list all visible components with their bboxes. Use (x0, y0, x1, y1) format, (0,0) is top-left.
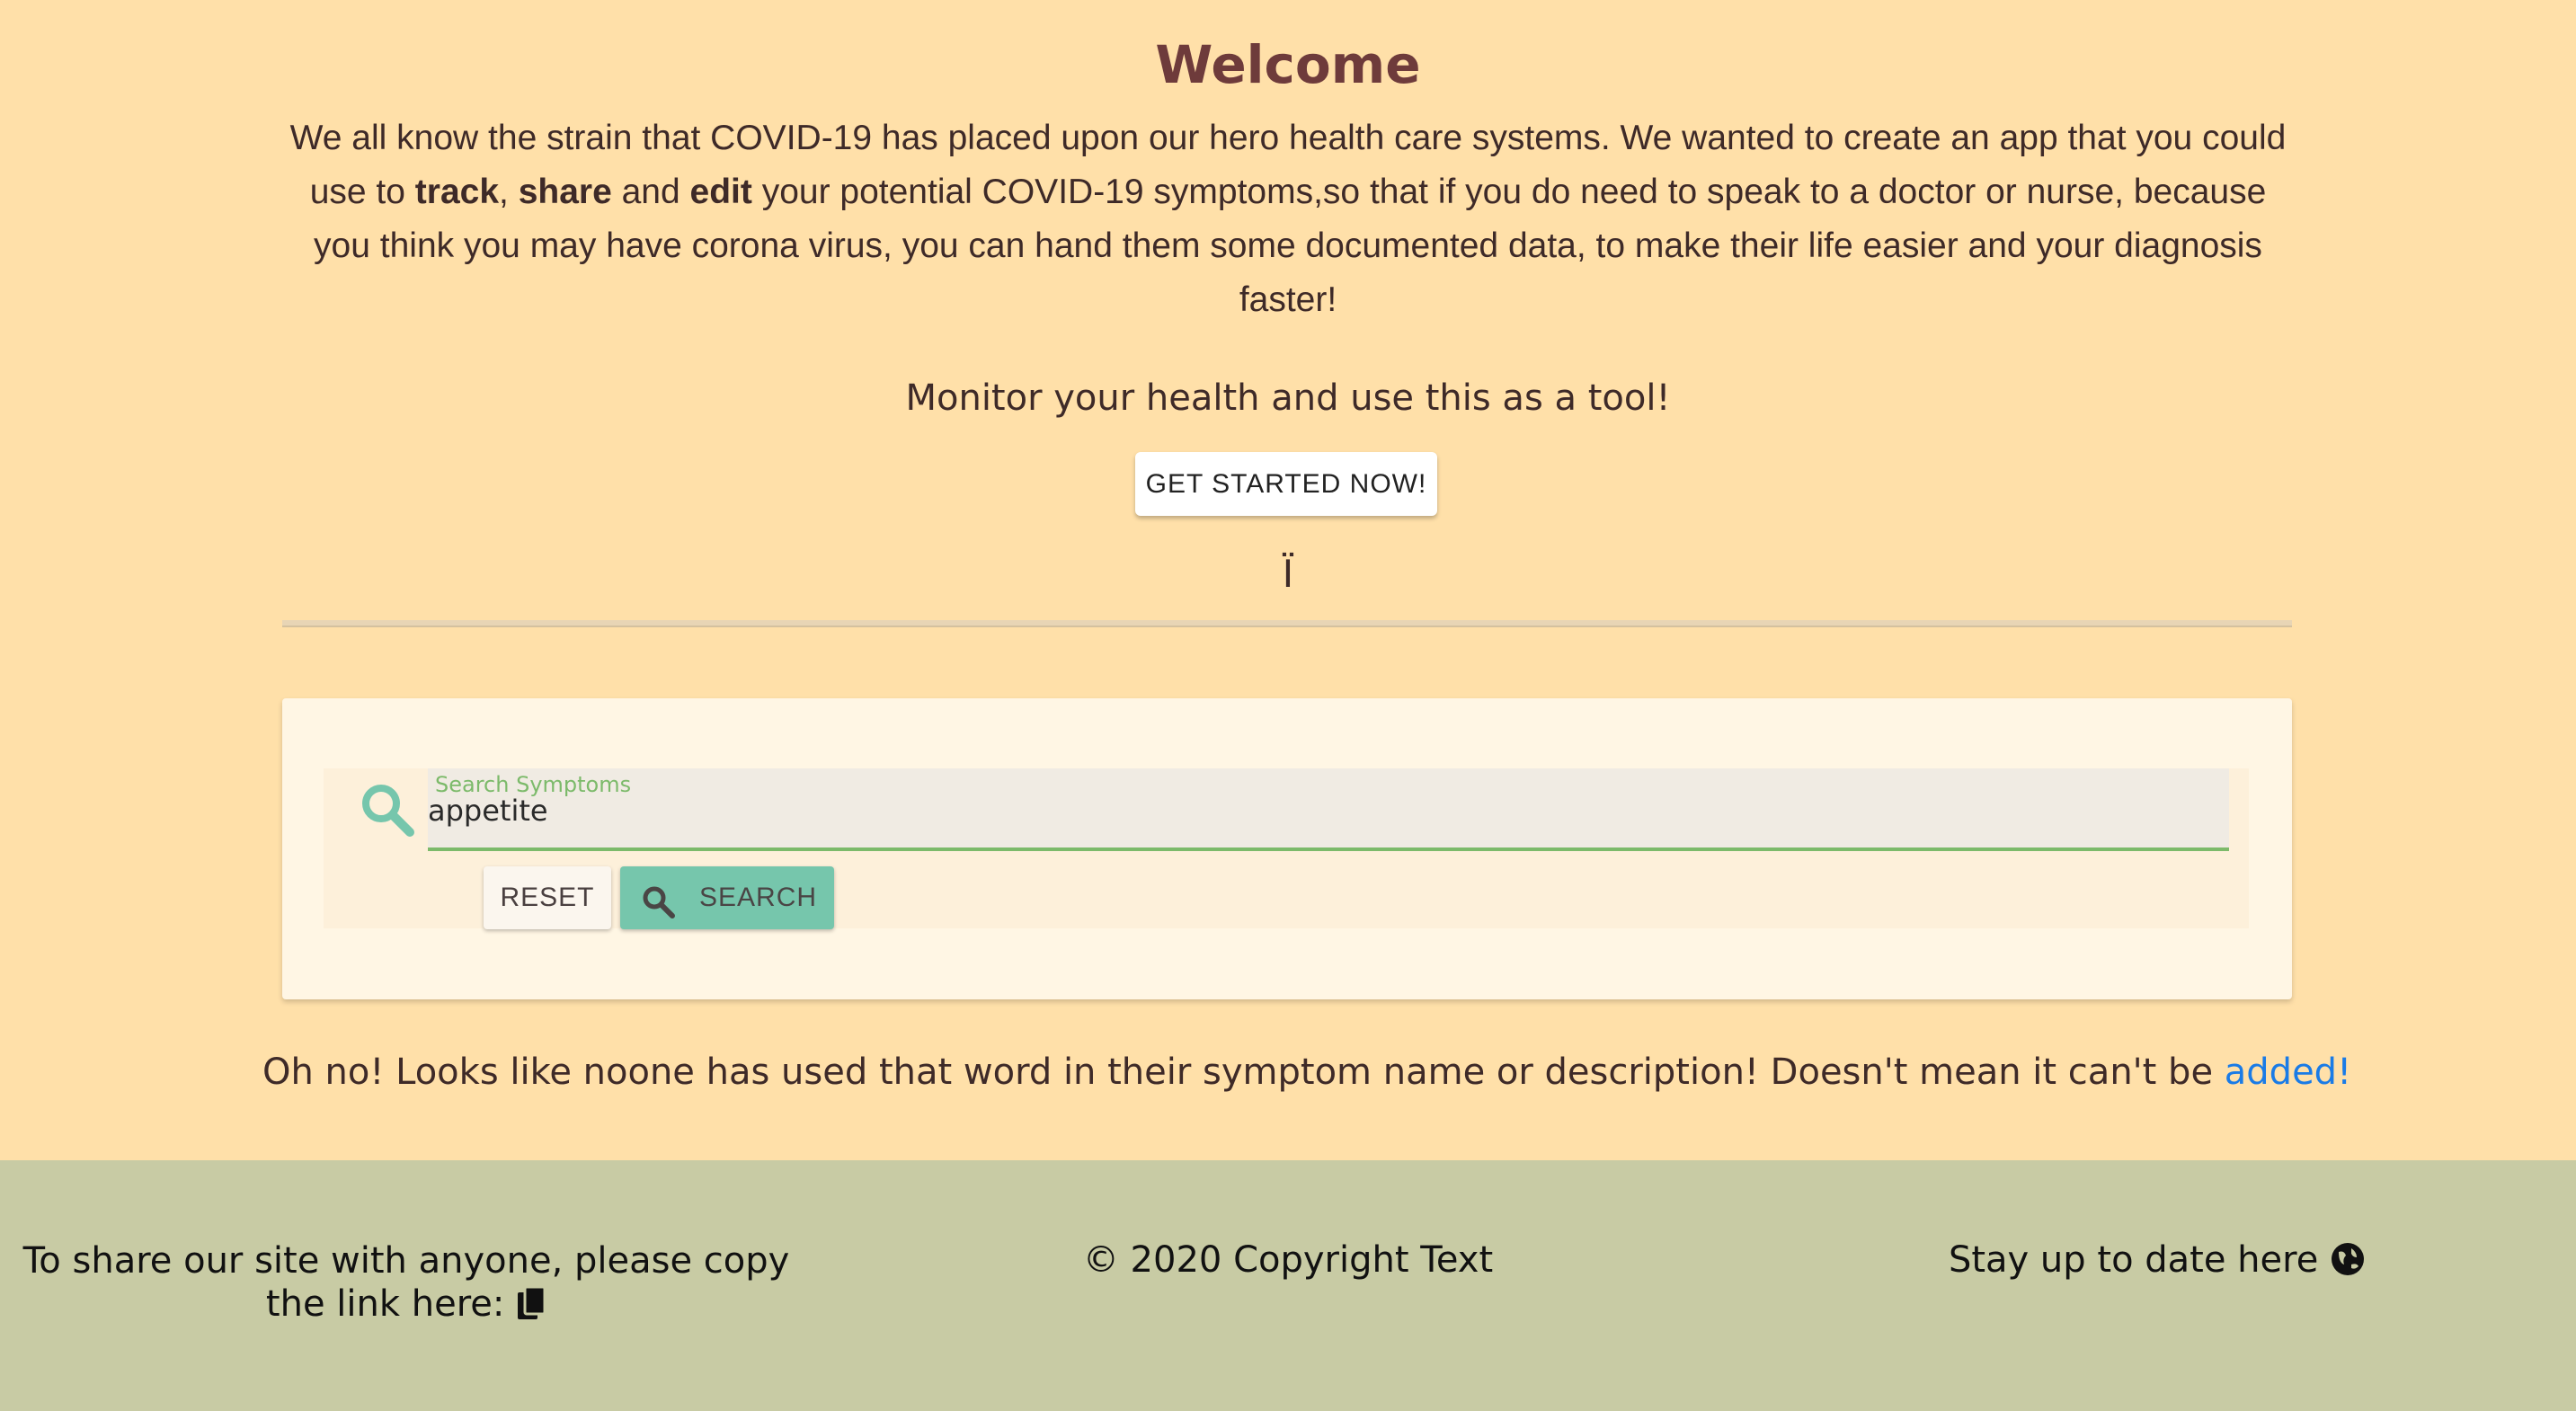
search-input-value: appetite (428, 794, 548, 828)
search-button[interactable]: SEARCH (620, 866, 834, 929)
search-button-label: SEARCH (699, 883, 818, 912)
intro-bold-edit: edit (689, 173, 752, 211)
copyright-text: © 2020 Copyright Text (1082, 1239, 1494, 1281)
copy-icon[interactable] (516, 1285, 546, 1321)
intro-and: and (611, 173, 690, 211)
intro-comma: , (499, 173, 519, 211)
reset-button[interactable]: RESET (484, 866, 611, 929)
get-started-button[interactable]: GET STARTED NOW! (1135, 452, 1437, 516)
intro-paragraph: We all know the strain that COVID-19 has… (288, 111, 2288, 327)
monitor-text: Monitor your health and use this as a to… (905, 377, 1671, 419)
search-icon (362, 785, 414, 837)
search-input[interactable]: Search Symptoms appetite (428, 768, 2229, 851)
no-results-text: Oh no! Looks like noone has used that wo… (262, 1052, 2225, 1093)
share-text: To share our site with anyone, please co… (22, 1240, 790, 1325)
divider (282, 620, 2292, 627)
globe-icon[interactable] (2330, 1241, 2366, 1277)
footer-share: To share our site with anyone, please co… (0, 1239, 813, 1326)
page-title: Welcome (1155, 34, 1421, 95)
intro-bold-share: share (518, 173, 612, 211)
intro-bold-track: track (414, 173, 500, 211)
footer: To share our site with anyone, please co… (0, 1160, 2576, 1411)
added-link[interactable]: added! (2225, 1052, 2351, 1093)
stray-glyph: Ï (1282, 552, 1294, 596)
no-results-message: Oh no! Looks like noone has used that wo… (262, 1052, 2351, 1093)
stay-text: Stay up to date here (1948, 1239, 2319, 1281)
search-icon (643, 886, 675, 918)
footer-stay: Stay up to date here (1932, 1239, 2382, 1281)
